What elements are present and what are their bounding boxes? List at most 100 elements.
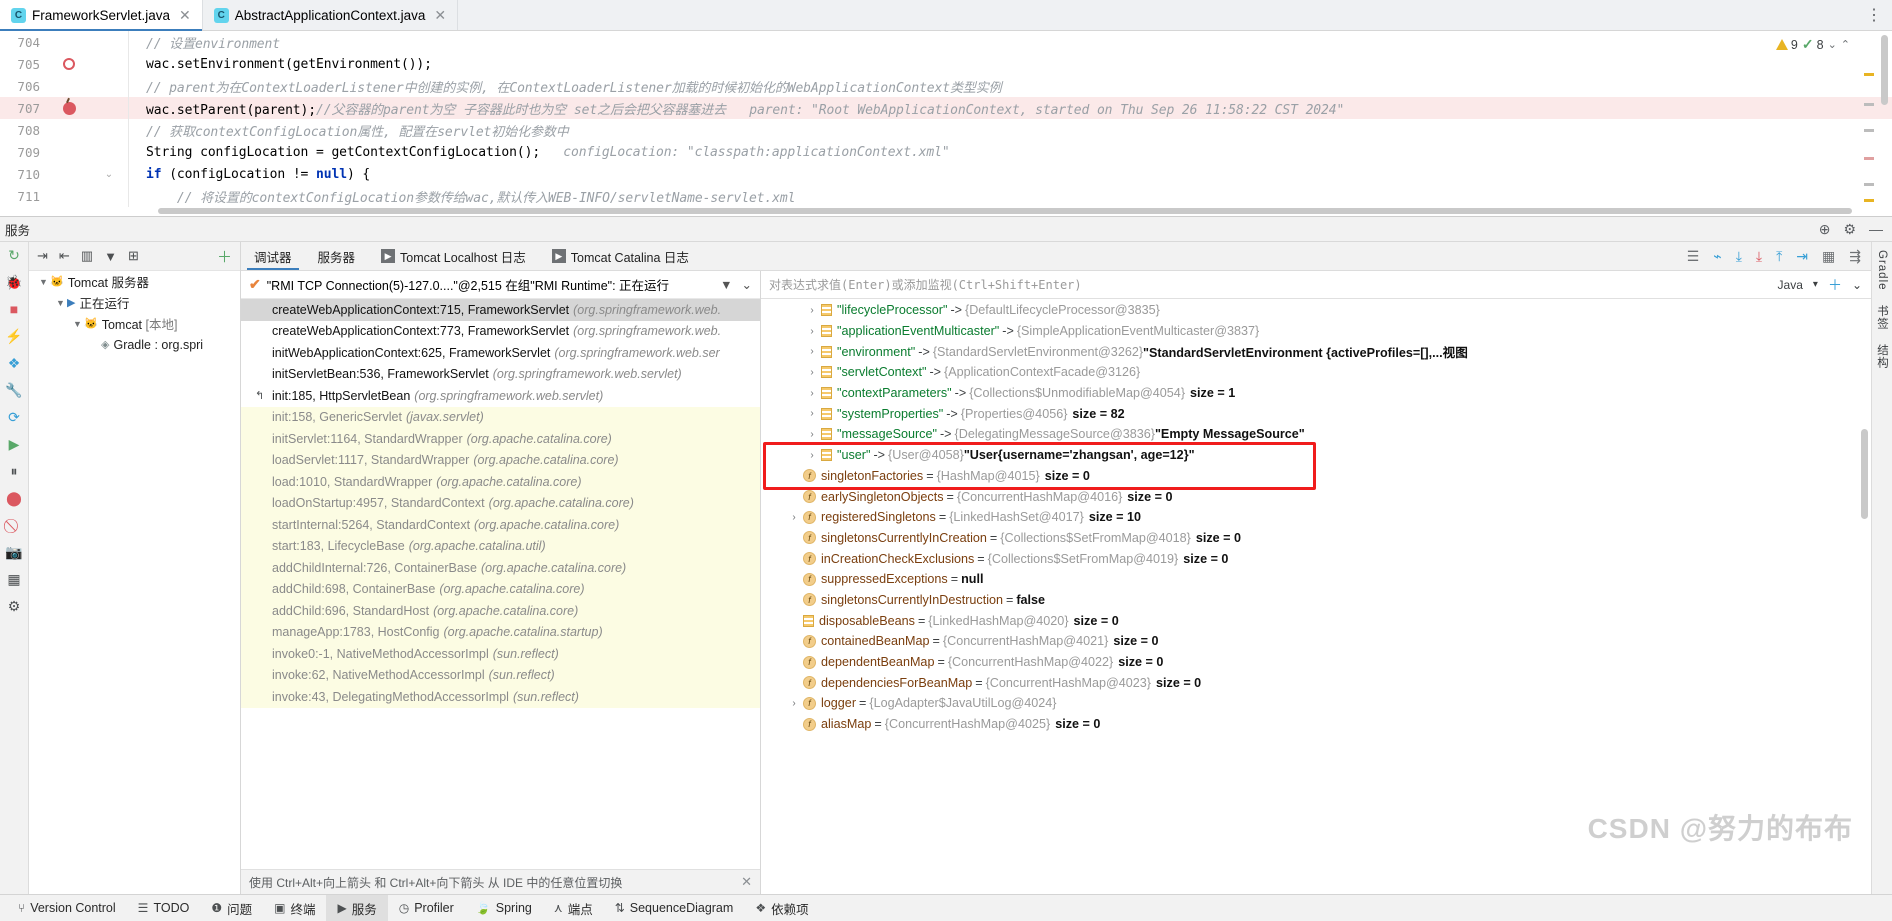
chevron-right-icon[interactable]: › xyxy=(803,388,821,399)
close-icon[interactable]: ✕ xyxy=(179,8,191,22)
chevron-down-icon[interactable]: ⌄ xyxy=(742,277,752,292)
variable-row[interactable]: › "user" -> {User@4058} "User{username='z… xyxy=(761,445,1871,466)
chevron-right-icon[interactable]: › xyxy=(803,367,821,378)
chevron-up-icon[interactable]: ⌃ xyxy=(1841,38,1850,51)
chevron-right-icon[interactable]: › xyxy=(803,450,821,461)
service-tree-node[interactable]: ◈ Gradle : org.spri xyxy=(29,334,240,355)
code-editor[interactable]: 704 // 设置environment 705 wac.setEnvironment… xyxy=(0,31,1892,217)
variable-row[interactable]: f inCreationCheckExclusions = {Collection… xyxy=(761,548,1871,569)
editor-tab-frameworkservlet[interactable]: C FrameworkServlet.java ✕ xyxy=(0,0,203,31)
more-options-icon[interactable]: ⌄ xyxy=(1852,278,1862,292)
stack-frame-row[interactable]: invoke:43, DelegatingMethodAccessorImpl(… xyxy=(241,686,760,708)
chevron-right-icon[interactable]: › xyxy=(785,512,803,523)
variable-row[interactable]: f containedBeanMap = {ConcurrentHashMap@4… xyxy=(761,631,1871,652)
tab-debugger[interactable]: 调试器 xyxy=(241,242,305,270)
breakpoint-hit-icon[interactable] xyxy=(48,101,90,115)
stack-frame-row[interactable]: startInternal:5264, StandardContext (org.… xyxy=(241,514,760,536)
wrench-icon[interactable]: 🔧 xyxy=(5,383,22,397)
frames-list[interactable]: createWebApplicationContext:715, Framewo… xyxy=(241,299,760,869)
breakpoint-ring-icon[interactable] xyxy=(48,58,90,70)
error-stripe-mark[interactable] xyxy=(1864,157,1874,160)
variable-row[interactable]: f dependenciesForBeanMap = {ConcurrentHas… xyxy=(761,672,1871,693)
statusbar-item-spring[interactable]: 🍃 Spring xyxy=(465,895,543,921)
right-strip-bookmarks[interactable]: 书签 xyxy=(1874,305,1890,330)
stack-frame-row[interactable]: loadOnStartup:4957, StandardContext (org.… xyxy=(241,492,760,514)
editor-tab-overflow-menu[interactable]: ⋮ xyxy=(1856,0,1892,30)
variable-row[interactable]: › "servletContext" -> {ApplicationContext… xyxy=(761,362,1871,383)
twisty-expanded-icon[interactable]: ▼ xyxy=(37,277,50,287)
code-line[interactable]: 711 // 将设置的contextConfigLocation参数传给wac,… xyxy=(0,185,1892,207)
stack-frame-row[interactable]: invoke:62, NativeMethodAccessorImpl (sun.… xyxy=(241,664,760,686)
evaluate-expression-icon[interactable]: ▦ xyxy=(1822,248,1835,265)
watch-input[interactable]: 对表达式求值(Enter)或添加监视(Ctrl+Shift+Enter) xyxy=(769,276,1082,293)
right-strip-gradle[interactable]: Gradle xyxy=(1876,250,1888,291)
layout-icon[interactable]: ▦ xyxy=(7,572,20,586)
filter-icon[interactable]: ▼ xyxy=(720,278,732,292)
statusbar-item-终端[interactable]: ▣ 终端 xyxy=(263,895,326,921)
variable-row[interactable]: disposableBeans = {LinkedHashMap@4020} si… xyxy=(761,610,1871,631)
restart-server-icon[interactable]: ⚡ xyxy=(5,329,22,343)
code-line[interactable]: 707 wac.setParent(parent);//父容器的parent为空 … xyxy=(0,97,1892,119)
variable-row[interactable]: › "applicationEventMulticaster" -> {Simpl… xyxy=(761,321,1871,342)
language-selector[interactable]: Java xyxy=(1778,278,1803,292)
variable-row[interactable]: › "lifecycleProcessor" -> {DefaultLifecyc… xyxy=(761,300,1871,321)
stack-frame-row[interactable]: addChildInternal:726, ContainerBase (org.… xyxy=(241,557,760,579)
stack-frame-row[interactable]: load:1010, StandardWrapper (org.apache.ca… xyxy=(241,471,760,493)
variable-row[interactable]: › "environment" -> {StandardServletEnviro… xyxy=(761,341,1871,362)
pause-icon[interactable]: ⏸ xyxy=(11,464,18,478)
group-icon[interactable]: ▥ xyxy=(81,248,93,264)
statusbar-item-端点[interactable]: ⋏ 端点 xyxy=(543,895,604,921)
variable-row[interactable]: › "contextParameters" -> {Collections$Unm… xyxy=(761,383,1871,404)
help-icon[interactable]: ⊕ xyxy=(1819,221,1831,238)
tab-tomcat-localhost-log[interactable]: ▶ Tomcat Localhost 日志 xyxy=(368,242,539,270)
error-stripe-mark[interactable] xyxy=(1864,199,1874,202)
variable-row[interactable]: f singletonsCurrentlyInDestruction = fals… xyxy=(761,590,1871,611)
stack-frame-row[interactable]: ↰ init:185, HttpServletBean (org.springfra… xyxy=(241,385,760,407)
add-service-icon[interactable]: ＋ xyxy=(217,246,240,267)
chevron-right-icon[interactable]: › xyxy=(785,698,803,709)
service-tree-node[interactable]: ▼ 🐱 Tomcat 服务器 xyxy=(29,271,240,292)
resume-icon[interactable]: ▶ xyxy=(9,437,20,451)
right-strip-structure[interactable]: 结构 xyxy=(1874,344,1890,369)
stack-frame-row[interactable]: invoke0:-1, NativeMethodAccessorImpl (sun… xyxy=(241,643,760,665)
close-icon[interactable]: ✕ xyxy=(434,8,446,22)
stack-frame-row[interactable]: addChild:696, StandardHost (org.apache.ca… xyxy=(241,600,760,622)
error-stripe-mark[interactable] xyxy=(1864,73,1874,76)
statusbar-item-依赖项[interactable]: ❖ 依赖项 xyxy=(744,895,819,921)
variable-row[interactable]: f earlySingletonObjects = {ConcurrentHash… xyxy=(761,486,1871,507)
debug-icon[interactable]: 🐞 xyxy=(5,275,22,289)
step-out-icon[interactable]: ⤒ xyxy=(1776,248,1782,265)
variable-row[interactable]: › f logger = {LogAdapter$JavaUtilLog@4024} xyxy=(761,693,1871,714)
code-line[interactable]: 706 // parent为在ContextLoaderListener中创建的实… xyxy=(0,75,1892,97)
close-icon[interactable]: ✕ xyxy=(741,874,752,890)
variable-row[interactable]: f aliasMap = {ConcurrentHashMap@4025} size… xyxy=(761,714,1871,735)
chevron-right-icon[interactable]: › xyxy=(803,429,821,440)
chevron-down-icon[interactable]: ▾ xyxy=(1813,279,1818,290)
step-into-icon[interactable]: ⤓ xyxy=(1756,248,1762,265)
collapse-icon[interactable]: ⇤ xyxy=(59,248,70,264)
statusbar-item-sequencediagram[interactable]: ⇅ SequenceDiagram xyxy=(604,895,745,921)
error-stripe-mark[interactable] xyxy=(1864,129,1874,132)
variable-row[interactable]: f singletonsCurrentlyInCreation = {Collec… xyxy=(761,528,1871,549)
thread-selector[interactable]: ✔ "RMI TCP Connection(5)-127.0...."@2,51… xyxy=(241,271,760,299)
code-line[interactable]: 709 String configLocation = getContextCon… xyxy=(0,141,1892,163)
stop-icon[interactable]: ■ xyxy=(10,302,18,316)
stack-frame-row[interactable]: loadServlet:1117, StandardWrapper (org.ap… xyxy=(241,449,760,471)
tab-server[interactable]: 服务器 xyxy=(305,242,369,270)
add-watch-icon[interactable]: ＋ xyxy=(1828,275,1842,295)
add-tab-icon[interactable]: ⊞ xyxy=(128,248,139,264)
variable-row[interactable]: › "messageSource" -> {DelegatingMessageSo… xyxy=(761,424,1871,445)
minimize-icon[interactable]: — xyxy=(1869,221,1883,237)
variables-tree[interactable]: › "lifecycleProcessor" -> {DefaultLifecyc… xyxy=(761,299,1871,894)
stack-frame-row[interactable]: initServlet:1164, StandardWrapper (org.ap… xyxy=(241,428,760,450)
refresh-icon[interactable]: ⟳ xyxy=(8,410,20,424)
statusbar-item-profiler[interactable]: ◷ Profiler xyxy=(388,895,465,921)
editor-tab-abstractapplicationcontext[interactable]: C AbstractApplicationContext.java ✕ xyxy=(202,0,459,30)
deploy-icon[interactable]: ❖ xyxy=(8,356,21,370)
code-line[interactable]: 705 wac.setEnvironment(getEnvironment()); xyxy=(0,53,1892,75)
statusbar-item-服务[interactable]: ▶ 服务 xyxy=(326,894,388,921)
gear-icon[interactable]: ⚙ xyxy=(1843,221,1856,238)
run-to-cursor-icon[interactable]: ⇥ xyxy=(1796,248,1808,265)
code-line[interactable]: 704 // 设置environment xyxy=(0,31,1892,53)
chevron-right-icon[interactable]: › xyxy=(803,326,821,337)
